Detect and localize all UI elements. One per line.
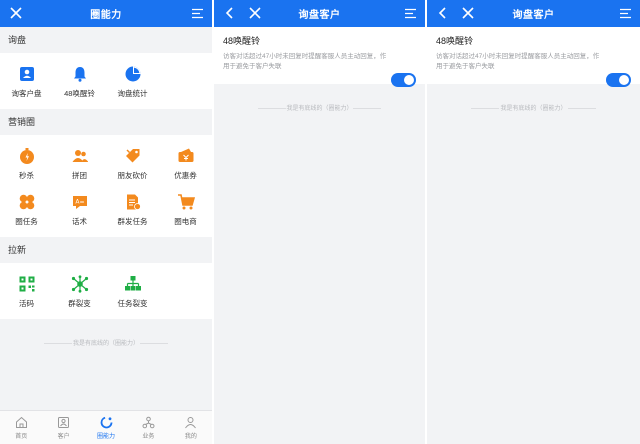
ability-screen: 圈能力 询盘 询客户盘 48唤醒铃 询盘统计 营销圈 秒杀 拼团 朋友砍价 优惠… <box>0 0 212 444</box>
end-of-list-divider: 我是有底线的（圈能力） <box>0 319 212 371</box>
inquiry-customer-screen: 询盘客户 48唤醒铃 访客对话超过47小时未回复时提醒客服人员主动回复，作用于避… <box>214 0 425 444</box>
end-of-list-text: 我是有底线的（圈能力） <box>286 106 353 112</box>
home-icon <box>15 416 27 428</box>
grid-item-label: 询客户盘 <box>11 89 42 98</box>
end-of-list-divider: 我是有底线的（圈能力） <box>427 84 640 136</box>
wakeup-bell-setting: 48唤醒铃 访客对话超过47小时未回复时提醒客服人员主动回复，作用于避免于客户失… <box>214 27 425 87</box>
profile-icon <box>185 416 197 428</box>
grid-item-broadcast-task[interactable]: 群发任务 <box>106 187 159 233</box>
contact-card-icon <box>19 67 34 81</box>
grid-item-label: 任务裂变 <box>117 299 148 308</box>
menu-icon[interactable] <box>404 7 417 20</box>
grid-item-label: 优惠券 <box>174 171 197 180</box>
acquisition-grid: 活码 群裂变 任务裂变 <box>0 263 212 319</box>
tab-home[interactable]: 首页 <box>0 411 42 444</box>
coupon-icon <box>178 148 193 162</box>
grid-item-label: 圈任务 <box>15 217 38 226</box>
grid-item-label: 询盘统计 <box>117 89 148 98</box>
inquiry-customer-screen: 询盘客户 48唤醒铃 访客对话超过47小时未回复时提醒客服人员主动回复，作用于避… <box>427 0 640 444</box>
wakeup-bell-setting: 48唤醒铃 访客对话超过47小时未回复时提醒客服人员主动回复，作用于避免于客户失… <box>427 27 640 87</box>
grid-item-label: 话术 <box>72 217 87 226</box>
bell-icon <box>73 67 86 82</box>
price-tag-icon <box>125 149 139 163</box>
page-title: 圈能力 <box>90 10 122 21</box>
tab-label: 首页 <box>15 433 28 440</box>
grid-item-label: 秒杀 <box>19 171 34 180</box>
group-icon <box>72 150 88 162</box>
setting-title: 48唤醒铃 <box>436 36 474 46</box>
customer-icon <box>58 416 70 428</box>
tab-ability[interactable]: 圈能力 <box>85 411 127 444</box>
divider-line <box>568 108 596 109</box>
business-icon <box>142 416 155 428</box>
grid-item-label: 拼团 <box>72 171 87 180</box>
divider-line <box>140 343 168 344</box>
section-title-acquisition: 拉新 <box>8 245 27 255</box>
cart-icon <box>177 194 195 210</box>
close-icon[interactable] <box>9 6 23 20</box>
end-of-list-divider: 我是有底线的（圈能力） <box>214 84 425 136</box>
top-nav-bar: 圈能力 <box>0 0 212 27</box>
tab-label: 圈能力 <box>97 433 116 440</box>
grid-item-group-buy[interactable]: 拼团 <box>53 141 106 187</box>
grid-item-inquiry-customers[interactable]: 询客户盘 <box>0 59 53 105</box>
grid-item-label: 48唤醒铃 <box>64 89 95 98</box>
top-nav-bar: 询盘客户 <box>427 0 640 27</box>
marketing-grid: 秒杀 拼团 朋友砍价 优惠券 圈任务 A= 话术 群发任务 圈电商 <box>0 135 212 237</box>
qr-code-icon <box>19 276 34 292</box>
grid-item-task-fission[interactable]: 任务裂变 <box>106 269 159 315</box>
tab-label: 我的 <box>184 433 197 440</box>
pie-chart-icon <box>125 66 140 82</box>
network-icon <box>71 275 88 293</box>
grid-item-circle-task[interactable]: 圈任务 <box>0 187 53 233</box>
bottom-tab-bar: 首页 客户 圈能力 业务 我的 <box>0 410 212 444</box>
clover-icon <box>19 194 34 210</box>
ability-icon <box>100 416 112 428</box>
grid-item-label: 群发任务 <box>117 217 148 226</box>
inquiry-grid: 询客户盘 48唤醒铃 询盘统计 <box>0 53 212 109</box>
top-nav-bar: 询盘客户 <box>214 0 425 27</box>
back-arrow-icon[interactable] <box>223 6 237 20</box>
grid-item-label: 圈电商 <box>174 217 197 226</box>
tab-business[interactable]: 业务 <box>127 411 169 444</box>
svg-text:A=: A= <box>75 199 84 206</box>
menu-icon[interactable] <box>191 7 204 20</box>
grid-item-script[interactable]: A= 话术 <box>53 187 106 233</box>
grid-item-inquiry-stats[interactable]: 询盘统计 <box>106 59 159 105</box>
grid-item-friend-bargain[interactable]: 朋友砍价 <box>106 141 159 187</box>
grid-item-live-code[interactable]: 活码 <box>0 269 53 315</box>
back-arrow-icon[interactable] <box>436 6 450 20</box>
end-of-list-text: 我是有底线的（圈能力） <box>500 106 567 112</box>
tab-profile[interactable]: 我的 <box>170 411 212 444</box>
grid-item-coupon[interactable]: 优惠券 <box>159 141 212 187</box>
section-title-inquiry: 询盘 <box>8 35 27 45</box>
menu-icon[interactable] <box>619 7 632 20</box>
stopwatch-icon <box>19 148 34 164</box>
hierarchy-icon <box>124 276 141 291</box>
close-icon[interactable] <box>248 6 262 20</box>
grid-item-flash-sale[interactable]: 秒杀 <box>0 141 53 187</box>
tab-label: 客户 <box>57 433 70 440</box>
section-title-marketing: 营销圈 <box>8 117 36 127</box>
tab-label: 业务 <box>142 433 155 440</box>
grid-item-48-bell[interactable]: 48唤醒铃 <box>53 59 106 105</box>
page-title: 询盘客户 <box>512 10 555 21</box>
grid-item-circle-ecommerce[interactable]: 圈电商 <box>159 187 212 233</box>
setting-description: 访客对话超过47小时未回复时提醒客服人员主动回复，作用于避免于客户失联 <box>436 53 600 70</box>
grid-item-group-fission[interactable]: 群裂变 <box>53 269 106 315</box>
grid-item-label: 群裂变 <box>68 299 91 308</box>
setting-description: 访客对话超过47小时未回复时提醒客服人员主动回复，作用于避免于客户失联 <box>223 53 387 70</box>
end-of-list-text: 我是有底线的（圈能力） <box>72 341 139 347</box>
broadcast-icon <box>126 194 141 210</box>
grid-item-label: 活码 <box>19 299 34 308</box>
setting-title: 48唤醒铃 <box>223 36 261 46</box>
close-icon[interactable] <box>461 6 475 20</box>
page-title: 询盘客户 <box>298 10 341 21</box>
grid-item-label: 朋友砍价 <box>117 171 148 180</box>
tab-customers[interactable]: 客户 <box>42 411 84 444</box>
divider-line <box>353 108 381 109</box>
script-icon: A= <box>72 196 87 209</box>
